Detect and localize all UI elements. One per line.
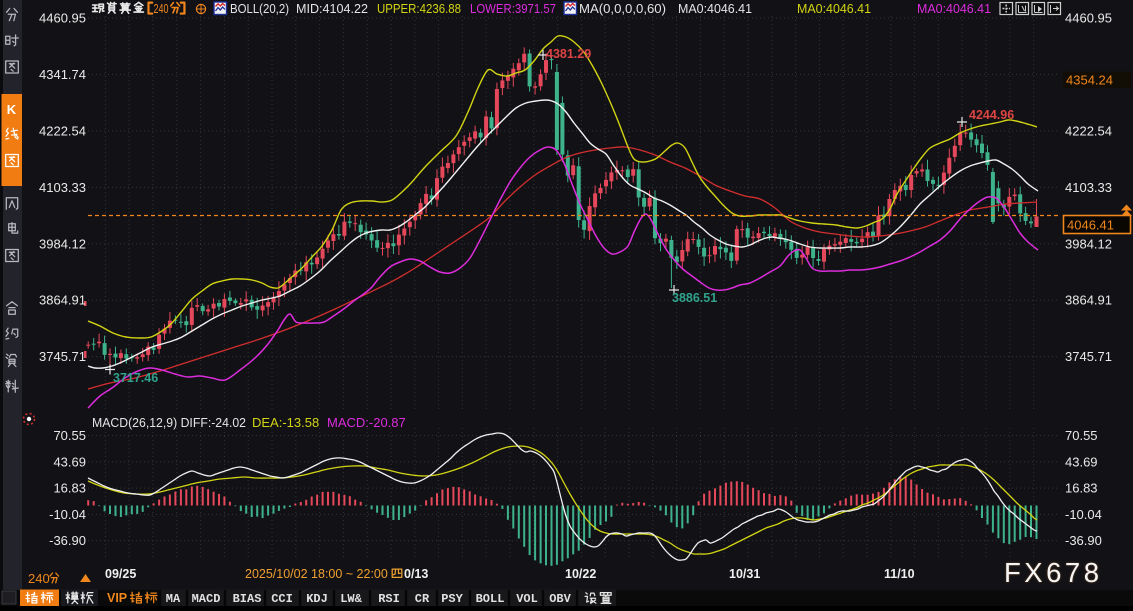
svg-text:-10.04: -10.04 bbox=[49, 507, 86, 522]
svg-text:3745.71: 3745.71 bbox=[39, 349, 86, 364]
svg-text:11/10: 11/10 bbox=[884, 567, 915, 581]
svg-text:3864.91: 3864.91 bbox=[1065, 293, 1112, 308]
svg-text:16.83: 16.83 bbox=[53, 481, 86, 496]
svg-text:16.83: 16.83 bbox=[1065, 481, 1098, 496]
svg-text:MA: MA bbox=[166, 592, 181, 606]
svg-text:4103.33: 4103.33 bbox=[39, 180, 86, 195]
svg-text:BOLL: BOLL bbox=[476, 592, 505, 606]
svg-text:PSY: PSY bbox=[441, 592, 463, 606]
svg-text:240: 240 bbox=[28, 571, 50, 586]
svg-text:4046.41: 4046.41 bbox=[1067, 218, 1114, 233]
svg-text:FX678: FX678 bbox=[1004, 557, 1103, 588]
svg-text:UPPER:4236.88: UPPER:4236.88 bbox=[377, 1, 461, 16]
svg-text:LW&: LW& bbox=[340, 592, 362, 606]
svg-text:3745.71: 3745.71 bbox=[1065, 349, 1112, 364]
svg-text:MA(0,0,0,0,60): MA(0,0,0,0,60) bbox=[579, 1, 666, 16]
svg-text:CCI: CCI bbox=[271, 592, 293, 606]
svg-text:4460.95: 4460.95 bbox=[39, 11, 86, 26]
svg-text:0/13: 0/13 bbox=[404, 567, 428, 581]
svg-text:3886.51: 3886.51 bbox=[672, 291, 717, 305]
svg-text:4244.96: 4244.96 bbox=[969, 108, 1014, 122]
svg-text:MID:4104.22: MID:4104.22 bbox=[296, 1, 368, 16]
svg-text:RSI: RSI bbox=[378, 592, 400, 606]
svg-text:4460.95: 4460.95 bbox=[1065, 11, 1112, 26]
svg-text:3984.12: 3984.12 bbox=[1065, 236, 1112, 251]
svg-text:4341.74: 4341.74 bbox=[39, 67, 86, 82]
svg-text:70.55: 70.55 bbox=[53, 428, 86, 443]
svg-text:-36.90: -36.90 bbox=[1065, 533, 1102, 548]
svg-text:MA0:4046.41: MA0:4046.41 bbox=[678, 1, 752, 16]
svg-text:43.69: 43.69 bbox=[1065, 454, 1098, 469]
svg-text:OBV: OBV bbox=[549, 592, 571, 606]
svg-text:10/22: 10/22 bbox=[565, 567, 596, 581]
svg-text:4354.24: 4354.24 bbox=[1066, 73, 1113, 88]
svg-text:LOWER:3971.57: LOWER:3971.57 bbox=[470, 1, 556, 16]
svg-text:70.55: 70.55 bbox=[1065, 428, 1098, 443]
svg-text:BOLL(20,2): BOLL(20,2) bbox=[230, 1, 289, 16]
svg-text:2025/10/02 18:00 ~ 22:00: 2025/10/02 18:00 ~ 22:00 bbox=[245, 567, 388, 581]
svg-text:MA0:4046.41: MA0:4046.41 bbox=[797, 1, 871, 16]
svg-text:MA0:4046.41: MA0:4046.41 bbox=[917, 1, 991, 16]
svg-text:VOL: VOL bbox=[516, 592, 538, 606]
svg-text:09/25: 09/25 bbox=[105, 567, 136, 581]
svg-text:BIAS: BIAS bbox=[233, 592, 262, 606]
svg-text:-10.04: -10.04 bbox=[1065, 507, 1102, 522]
svg-text:-36.90: -36.90 bbox=[49, 533, 86, 548]
svg-text:3984.12: 3984.12 bbox=[39, 236, 86, 251]
svg-text:DEA:-13.58: DEA:-13.58 bbox=[252, 415, 319, 430]
svg-text:KDJ: KDJ bbox=[306, 592, 328, 606]
svg-text:10/31: 10/31 bbox=[729, 567, 760, 581]
svg-text:4222.54: 4222.54 bbox=[1065, 123, 1112, 138]
svg-text:43.69: 43.69 bbox=[53, 454, 86, 469]
svg-text:K: K bbox=[7, 102, 17, 117]
svg-text:4103.33: 4103.33 bbox=[1065, 180, 1112, 195]
svg-text:4381.29: 4381.29 bbox=[546, 47, 591, 61]
svg-text:VIP: VIP bbox=[107, 591, 127, 605]
svg-text:CR: CR bbox=[415, 592, 430, 606]
svg-text:3717.46: 3717.46 bbox=[113, 371, 158, 385]
svg-text:MACD: MACD bbox=[192, 592, 221, 606]
svg-text:240: 240 bbox=[154, 1, 169, 16]
svg-text:MACD:-20.87: MACD:-20.87 bbox=[327, 415, 406, 430]
svg-text:4222.54: 4222.54 bbox=[39, 123, 86, 138]
svg-text:MACD(26,12,9) DIFF:-24.02: MACD(26,12,9) DIFF:-24.02 bbox=[92, 415, 246, 430]
svg-text:3864.91: 3864.91 bbox=[39, 293, 86, 308]
